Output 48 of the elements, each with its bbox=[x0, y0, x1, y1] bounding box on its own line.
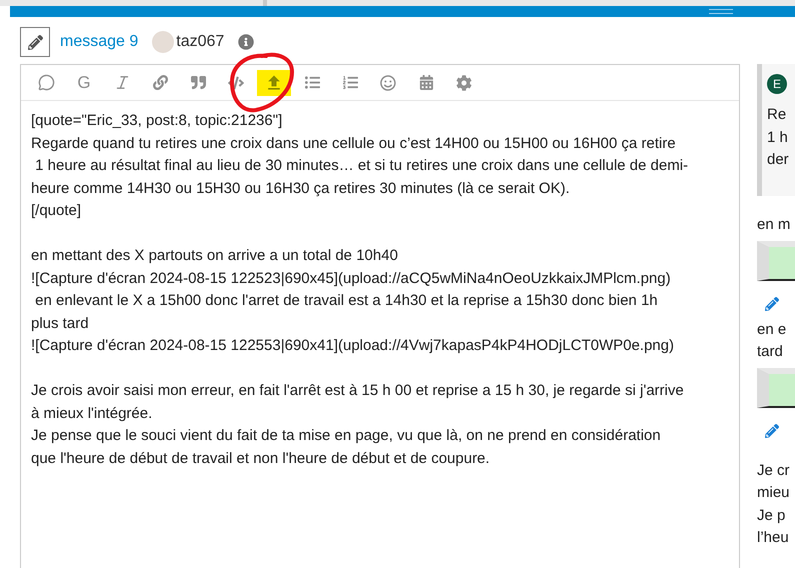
editor-line: ![Capture d'écran 2024-08-15 122553|690x41](upload://4Vwj7kapasP4kP4HODjLCT0WP0e.png) bbox=[31, 336, 675, 356]
bulleted-list-icon bbox=[304, 75, 320, 90]
pencil-icon[interactable] bbox=[765, 296, 779, 310]
editor-line: plus tard bbox=[31, 314, 90, 334]
numbered-list-icon bbox=[342, 75, 358, 90]
toolbar-button[interactable] bbox=[257, 70, 291, 96]
editor-line: Je pense que le souci vient du fait de ta mise en page, vu que là, on ne prend en considération bbox=[31, 426, 662, 446]
quote-avatar: E bbox=[767, 74, 787, 94]
editor-line: ![Capture d'écran 2024-08-15 122523|690x45](upload://aCQ5wMiNa4nOeoUzkkaixJMPlcm.png) bbox=[31, 268, 672, 288]
settings-icon bbox=[456, 74, 472, 90]
quote-icon bbox=[190, 75, 206, 90]
grip-icon[interactable] bbox=[709, 9, 733, 14]
preview-text: Je p bbox=[757, 506, 786, 526]
username: taz067 bbox=[176, 33, 224, 51]
preview-text: l’heu bbox=[757, 528, 790, 548]
quote-text: 1 h bbox=[767, 128, 789, 148]
editor-line: en enlevant le X a 15h00 donc l'arret de travail est a 14h30 et la reprise a 15h30 donc bien 1h bbox=[34, 291, 659, 311]
spreadsheet-thumbnail bbox=[757, 368, 795, 408]
editor-line: Regarde quand tu retires une croix dans une cellule ou c’est 14H00 ou 15H00 ou 16H00 ça retire bbox=[31, 134, 677, 154]
link-icon bbox=[152, 75, 168, 90]
toolbar-button[interactable]: G bbox=[67, 70, 101, 96]
editor-line: que l'heure de début de travail et non l'heure de début et de coupure. bbox=[31, 448, 491, 468]
preview-text: mieu bbox=[757, 483, 791, 503]
preview-text: Je cr bbox=[757, 460, 791, 480]
editor-line: heure comme 14H30 ou 15H30 ou 16H30 ça retires 30 minutes (là ce serait OK). bbox=[31, 178, 571, 198]
editor-line: à mieux l'intégrée. bbox=[31, 404, 154, 424]
letter-g-icon: G bbox=[77, 72, 91, 92]
editor-line: [quote="Eric_33, post:8, topic:21236"] bbox=[31, 111, 284, 131]
smiley-icon bbox=[380, 74, 396, 90]
speech-bubble-icon bbox=[38, 74, 54, 91]
edit-button[interactable] bbox=[20, 27, 50, 57]
code-icon bbox=[228, 74, 244, 90]
preview-text: en m bbox=[757, 215, 792, 235]
preview-text: tard bbox=[757, 342, 784, 362]
editor-line: Je crois avoir saisi mon erreur, en fait l'arrêt est à 15 h 00 et reprise a 15 h 30, je regarde si j'arrive bbox=[31, 381, 685, 401]
spreadsheet-thumbnail bbox=[757, 240, 795, 280]
quote-text: der bbox=[767, 150, 790, 170]
pencil-icon[interactable] bbox=[765, 424, 779, 438]
pencil-icon bbox=[28, 34, 42, 50]
reply-title-link[interactable]: message 9 bbox=[60, 33, 138, 51]
quote-text: Re bbox=[767, 105, 788, 125]
calendar-icon bbox=[418, 75, 434, 90]
editor-line: 1 heure au résultat final au lieu de 30 minutes… et si tu retires une croix dans une cellule de demi- bbox=[34, 156, 690, 176]
preview-text: en e bbox=[757, 320, 788, 340]
editor-line: en mettant des X partouts on arrive a un total de 10h40 bbox=[31, 246, 399, 266]
editor-line: [/quote] bbox=[31, 201, 82, 221]
info-icon[interactable] bbox=[238, 34, 254, 50]
user-avatar bbox=[152, 31, 174, 53]
